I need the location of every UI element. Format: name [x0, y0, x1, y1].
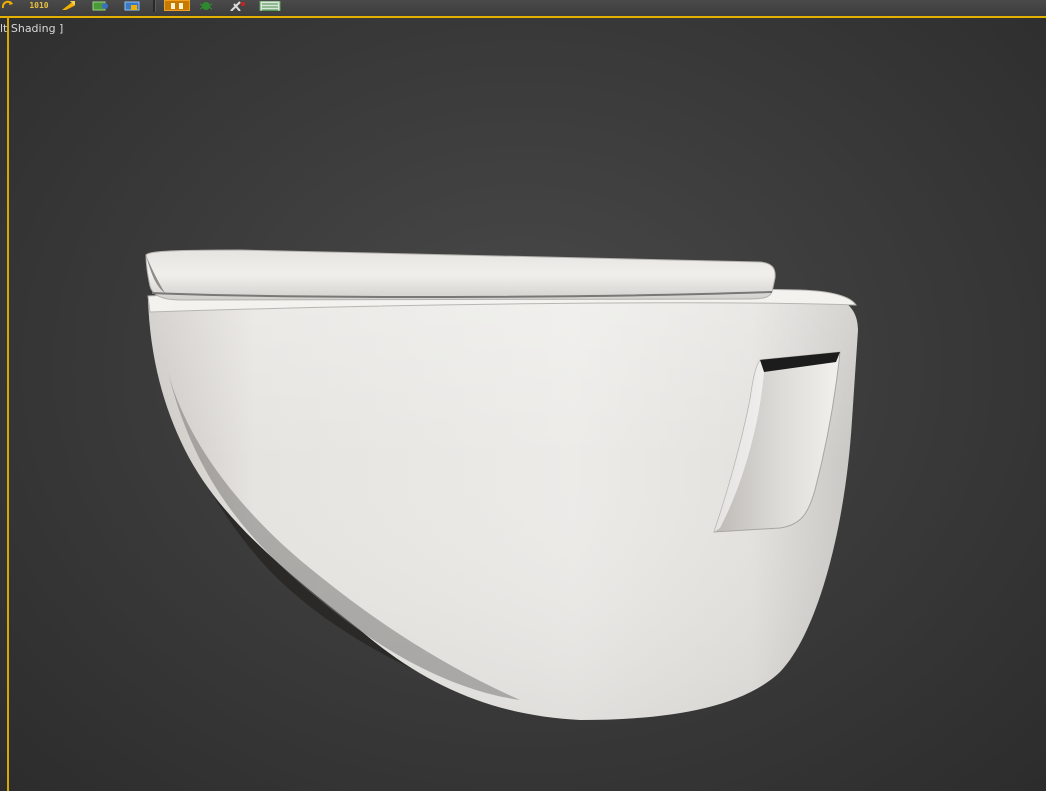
toilet-lid	[145, 249, 776, 301]
app-window: 1010 lt Shading]	[0, 0, 1046, 791]
toilet-model[interactable]	[0, 0, 1046, 791]
